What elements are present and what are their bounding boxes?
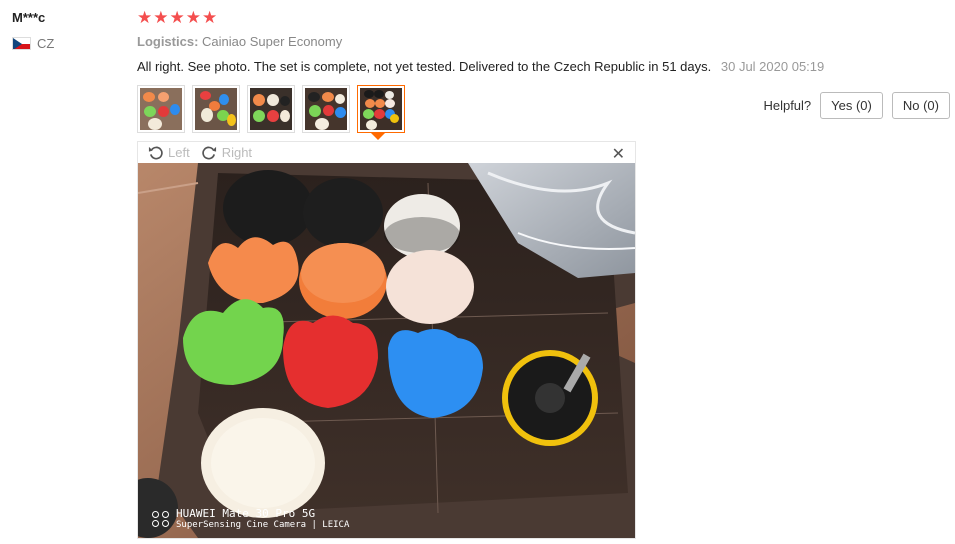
logistics-value: Cainiao Super Economy [202,34,343,49]
watermark-line-2: SuperSensing Cine Camera | LEICA [176,520,350,530]
country-code: CZ [37,36,55,51]
rotate-right-icon [202,146,216,160]
thumbnail-5[interactable] [357,85,405,133]
no-button[interactable]: No (0) [891,92,950,119]
thumbnail-4[interactable] [302,85,350,133]
czech-flag-icon [12,37,31,50]
rotate-left-icon [148,146,163,160]
thumbnail-1[interactable] [137,85,185,133]
photo-thumbnails [137,85,405,133]
rotate-right-button[interactable]: Right [202,145,252,160]
logistics-info: Logistics: Cainiao Super Economy [137,34,342,49]
camera-watermark: HUAWEI Mate 30 Pro 5G SuperSensing Cine … [152,507,349,530]
yes-button[interactable]: Yes (0) [820,92,883,119]
star-rating: ★★★★★ [137,8,219,27]
reviewer-country: CZ [12,36,54,51]
review-photo: HUAWEI Mate 30 Pro 5G SuperSensing Cine … [138,163,635,538]
thumbnail-3[interactable] [247,85,295,133]
viewer-toolbar: Left Right ✕ [138,142,635,163]
review-body: All right. See photo. The set is complet… [137,59,712,74]
rotate-right-label: Right [221,145,253,160]
helpful-label: Helpful? [763,98,812,113]
rotate-left-button[interactable]: Left [148,145,190,160]
review-text: All right. See photo. The set is complet… [137,59,824,74]
helpful-section: Helpful? Yes (0) No (0) [763,92,950,119]
review-date: 30 Jul 2020 05:19 [720,59,825,74]
rotate-left-label: Left [168,145,190,160]
leica-logo-icon [152,510,170,527]
active-thumbnail-pointer [371,133,385,140]
watermark-text: HUAWEI Mate 30 Pro 5G SuperSensing Cine … [176,507,349,530]
review-photo-image [138,163,635,538]
reviewer-name: M***c [12,10,46,25]
thumbnail-2[interactable] [192,85,240,133]
close-icon[interactable]: ✕ [612,144,625,164]
watermark-line-1: HUAWEI Mate 30 Pro 5G [176,507,316,520]
photo-viewer: Left Right ✕ HUAWEI Mate 30 Pro 5G Super… [137,141,636,539]
logistics-label: Logistics: [137,34,199,49]
